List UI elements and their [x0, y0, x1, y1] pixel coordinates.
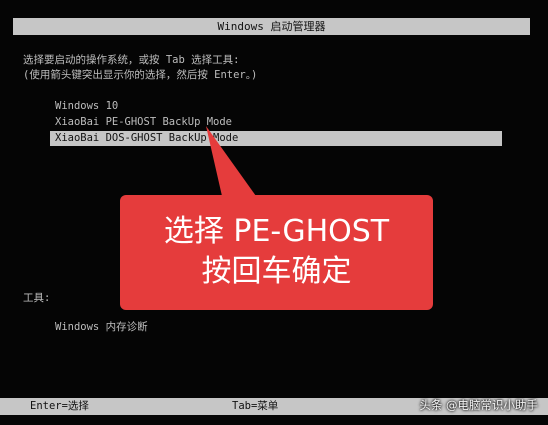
instruction-line-1: 选择要启动的操作系统，或按 Tab 选择工具: [23, 54, 240, 66]
watermark: 头条 @电脑常识小助手 [419, 398, 538, 412]
os-item-windows-10[interactable]: Windows 10 [50, 99, 502, 114]
annotation-line-1: 选择 PE-GHOST [163, 214, 390, 249]
annotation-text: 选择 PE-GHOST 按回车确定 [120, 212, 433, 292]
os-item-dos-ghost[interactable]: XiaoBai DOS-GHOST BackUp Mode [50, 131, 502, 146]
window-title-bar: Windows 启动管理器 [13, 18, 530, 35]
window-title: Windows 启动管理器 [217, 20, 326, 33]
instruction-line-2: (使用箭头键突出显示你的选择，然后按 Enter。) [23, 69, 258, 81]
tool-item-memory-diagnostic[interactable]: Windows 内存诊断 [50, 320, 502, 335]
os-item-pe-ghost[interactable]: XiaoBai PE-GHOST BackUp Mode [50, 115, 502, 130]
tools-heading: 工具: [23, 292, 51, 304]
enter-hint: Enter=选择 [30, 400, 89, 412]
annotation-line-2: 按回车确定 [201, 254, 352, 289]
tab-hint: Tab=菜单 [232, 400, 279, 412]
